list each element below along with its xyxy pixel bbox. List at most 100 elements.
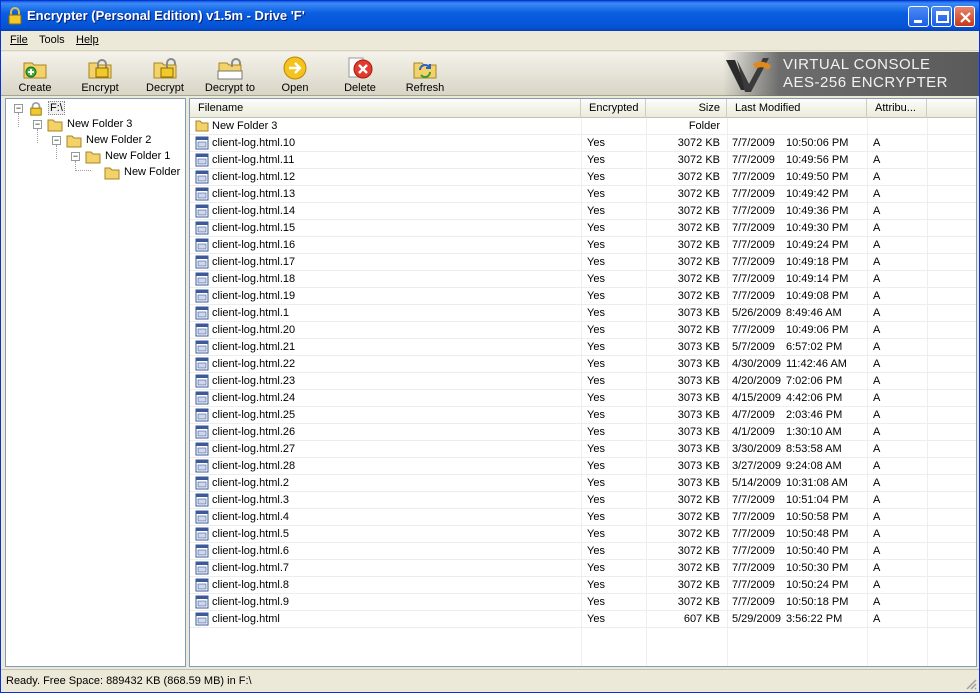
column-size[interactable]: Size — [646, 99, 727, 118]
size-cell: 3072 KB — [677, 154, 720, 166]
filename-cell: client-log.html.26 — [212, 426, 296, 438]
file-row[interactable]: client-log.html.19 Yes 3072 KB 7/7/2009 10:4… — [190, 288, 976, 305]
encrypted-cell: Yes — [587, 188, 605, 200]
date-cell: 4/30/2009 — [732, 358, 781, 370]
refresh-button[interactable]: Refresh — [403, 53, 447, 95]
time-cell: 10:51:04 PM — [786, 494, 849, 506]
folder-row[interactable]: New Folder 3 Folder — [190, 118, 976, 135]
file-row[interactable]: client-log.html.15 Yes 3072 KB 7/7/2009 10:4… — [190, 220, 976, 237]
file-row[interactable]: client-log.html.1 Yes 3073 KB 5/26/2009 8:49… — [190, 305, 976, 322]
menu-tools[interactable]: Tools — [39, 34, 65, 46]
attributes-cell: A — [873, 477, 881, 489]
encrypted-file-icon — [195, 544, 209, 558]
file-row[interactable]: client-log.html.5 Yes 3072 KB 7/7/2009 10:50… — [190, 526, 976, 543]
date-cell: 7/7/2009 — [732, 239, 775, 251]
encrypted-file-icon — [195, 204, 209, 218]
menu-file[interactable]: File — [10, 34, 28, 46]
size-cell: 3073 KB — [677, 409, 720, 421]
time-cell: 10:49:42 PM — [786, 188, 849, 200]
file-row[interactable]: client-log.html.27 Yes 3073 KB 3/30/2009 8:5… — [190, 441, 976, 458]
column-encrypted[interactable]: Encrypted — [581, 99, 646, 118]
file-row[interactable]: client-log.html.22 Yes 3073 KB 4/30/2009 11:… — [190, 356, 976, 373]
encrypted-file-icon — [195, 374, 209, 388]
collapse-toggle[interactable]: − — [52, 136, 61, 145]
file-row[interactable]: client-log.html.11 Yes 3072 KB 7/7/2009 10:4… — [190, 152, 976, 169]
encrypted-cell: Yes — [587, 358, 605, 370]
decrypt-button[interactable]: Decrypt — [142, 53, 188, 95]
encrypted-file-icon — [195, 187, 209, 201]
lock-icon — [30, 102, 42, 116]
filename-cell: client-log.html.8 — [212, 579, 290, 591]
decrypt-to-button[interactable]: Decrypt to — [203, 53, 257, 95]
maximize-button[interactable] — [931, 6, 952, 27]
encrypted-cell: Yes — [587, 409, 605, 421]
file-row[interactable]: client-log.html.28 Yes 3073 KB 3/27/2009 9:2… — [190, 458, 976, 475]
close-button[interactable] — [954, 6, 975, 27]
title-bar[interactable]: Encrypter (Personal Edition) v1.5m - Dri… — [1, 1, 979, 31]
delete-x-icon — [348, 57, 373, 79]
collapse-toggle[interactable]: − — [33, 120, 42, 129]
attributes-cell: A — [873, 545, 881, 557]
file-row[interactable]: client-log.html Yes 607 KB 5/29/2009 3:56:22… — [190, 611, 976, 628]
file-row[interactable]: client-log.html.13 Yes 3072 KB 7/7/2009 10:4… — [190, 186, 976, 203]
file-row[interactable]: client-log.html.6 Yes 3072 KB 7/7/2009 10:50… — [190, 543, 976, 560]
encrypted-file-icon — [195, 408, 209, 422]
time-cell: 10:49:06 PM — [786, 324, 849, 336]
file-row[interactable]: client-log.html.24 Yes 3073 KB 4/15/2009 4:4… — [190, 390, 976, 407]
file-row[interactable]: client-log.html.23 Yes 3073 KB 4/20/2009 7:0… — [190, 373, 976, 390]
attributes-cell: A — [873, 392, 881, 404]
encrypted-file-icon — [195, 323, 209, 337]
create-label: Create — [18, 82, 52, 94]
file-row[interactable]: client-log.html.17 Yes 3072 KB 7/7/2009 10:4… — [190, 254, 976, 271]
file-row[interactable]: client-log.html.7 Yes 3072 KB 7/7/2009 10:50… — [190, 560, 976, 577]
time-cell: 10:50:58 PM — [786, 511, 849, 523]
encrypted-cell: Yes — [587, 579, 605, 591]
menu-help[interactable]: Help — [76, 34, 99, 46]
file-row[interactable]: client-log.html.14 Yes 3072 KB 7/7/2009 10:4… — [190, 203, 976, 220]
file-row[interactable]: client-log.html.18 Yes 3072 KB 7/7/2009 10:4… — [190, 271, 976, 288]
column-attributes[interactable]: Attribu... — [867, 99, 927, 118]
time-cell: 7:02:06 PM — [786, 375, 843, 387]
encrypted-file-icon — [195, 306, 209, 320]
encrypted-file-icon — [195, 357, 209, 371]
file-row[interactable]: client-log.html.8 Yes 3072 KB 7/7/2009 10:50… — [190, 577, 976, 594]
encrypted-file-icon — [195, 170, 209, 184]
encrypt-button[interactable]: Encrypt — [77, 53, 123, 95]
file-row[interactable]: client-log.html.26 Yes 3073 KB 4/1/2009 1:30… — [190, 424, 976, 441]
file-row[interactable]: client-log.html.20 Yes 3072 KB 7/7/2009 10:4… — [190, 322, 976, 339]
column-last-modified[interactable]: Last Modified — [727, 99, 867, 118]
folder-tree[interactable]: − F:\ − New Folder 3 − New Folder 2 − Ne… — [5, 98, 186, 667]
time-cell: 10:49:50 PM — [786, 171, 849, 183]
collapse-toggle[interactable]: − — [14, 104, 23, 113]
attributes-cell: A — [873, 409, 881, 421]
file-row[interactable]: client-log.html.16 Yes 3072 KB 7/7/2009 10:4… — [190, 237, 976, 254]
file-row[interactable]: client-log.html.9 Yes 3072 KB 7/7/2009 10:50… — [190, 594, 976, 611]
file-row[interactable]: client-log.html.2 Yes 3073 KB 5/14/2009 10:3… — [190, 475, 976, 492]
open-button[interactable]: Open — [275, 53, 315, 95]
minimize-button[interactable] — [908, 6, 929, 27]
delete-button[interactable]: Delete — [339, 53, 381, 95]
size-cell: 3072 KB — [677, 171, 720, 183]
tree-node-label: New Folder — [124, 166, 181, 178]
collapse-toggle[interactable]: − — [71, 152, 80, 161]
resize-grip-icon[interactable] — [965, 678, 977, 690]
file-row[interactable]: client-log.html.25 Yes 3073 KB 4/7/2009 2:03… — [190, 407, 976, 424]
encrypted-file-icon — [195, 442, 209, 456]
file-row[interactable]: client-log.html.21 Yes 3073 KB 5/7/2009 6:57… — [190, 339, 976, 356]
date-cell: 4/7/2009 — [732, 409, 775, 421]
file-row[interactable]: client-log.html.12 Yes 3072 KB 7/7/2009 10:4… — [190, 169, 976, 186]
file-row[interactable]: client-log.html.4 Yes 3072 KB 7/7/2009 10:50… — [190, 509, 976, 526]
create-button[interactable]: Create — [13, 53, 57, 95]
toolbar: Create Encrypt Decrypt Decrypt to Open D… — [1, 52, 979, 96]
date-cell: 4/20/2009 — [732, 375, 781, 387]
attributes-cell: A — [873, 324, 881, 336]
attributes-cell: A — [873, 358, 881, 370]
file-row[interactable]: client-log.html.3 Yes 3072 KB 7/7/2009 10:51… — [190, 492, 976, 509]
file-list[interactable]: Filename Encrypted Size Last Modified At… — [189, 98, 977, 667]
file-row[interactable]: client-log.html.10 Yes 3072 KB 7/7/2009 10:5… — [190, 135, 976, 152]
new-folder-icon — [23, 62, 47, 79]
filename-cell: client-log.html.22 — [212, 358, 296, 370]
delete-label: Delete — [344, 82, 376, 94]
column-filename[interactable]: Filename — [190, 99, 581, 118]
brand-line2: AES-256 ENCRYPTER — [783, 74, 948, 91]
